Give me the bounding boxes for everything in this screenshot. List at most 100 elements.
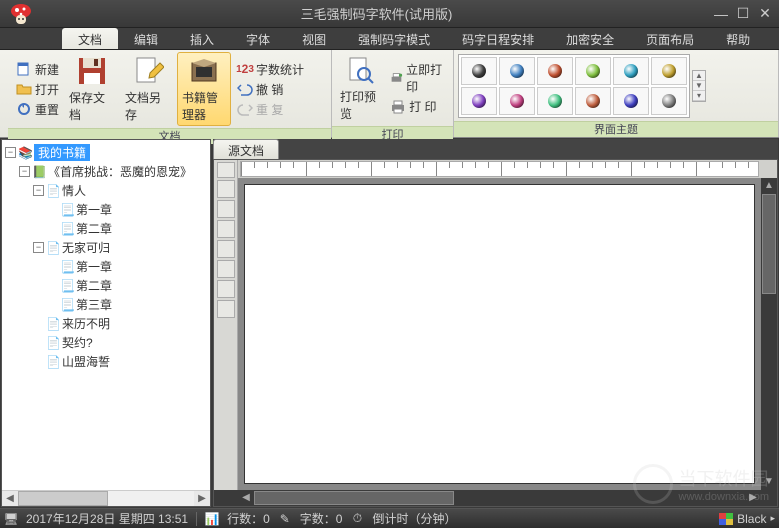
tree-root[interactable]: −📚我的书籍 (5, 143, 207, 162)
statusbar: 🖥 2017年12月28日 星期四 13:51 📊 行数：0 ✎ 字数：0 ⏱ … (0, 508, 779, 528)
status-words: 字数：0 (300, 510, 343, 527)
redo-icon (237, 101, 253, 117)
minimize-button[interactable]: — (711, 6, 731, 22)
open-icon (16, 81, 32, 97)
vtool-3[interactable] (217, 220, 235, 238)
tree-node-oath[interactable]: 📄山盟海誓 (5, 352, 207, 371)
tree-hscrollbar[interactable]: ◀▶ (2, 490, 210, 506)
lines-icon: 📊 (205, 512, 219, 526)
new-button[interactable]: 新建 (12, 60, 63, 79)
theme-swatch-4[interactable] (613, 57, 649, 85)
tree-node-homeless[interactable]: −📄无家可归 (5, 238, 207, 257)
menu-help[interactable]: 帮助 (710, 28, 766, 49)
vtool-7[interactable] (217, 300, 235, 318)
menu-security[interactable]: 加密安全 (550, 28, 630, 49)
ruler-toggle[interactable] (217, 162, 235, 178)
theme-swatch-6[interactable] (461, 87, 497, 115)
horizontal-ruler[interactable] (240, 161, 759, 177)
theme-swatch-2[interactable] (537, 57, 573, 85)
menu-layout[interactable]: 页面布局 (630, 28, 710, 49)
editor-tabs: 源文档 (213, 139, 778, 159)
print-preview-button[interactable]: 打印预览 (336, 52, 384, 124)
words-icon: ✎ (278, 512, 292, 526)
theme-swatch-3[interactable] (575, 57, 611, 85)
tree-book[interactable]: −📗《首席挑战：恶魔的恩宠》 (5, 162, 207, 181)
menu-font[interactable]: 字体 (230, 28, 286, 49)
theme-dropdown-icon[interactable]: ▸ (770, 513, 775, 524)
save-as-button[interactable]: 文档另存 (121, 53, 175, 125)
theme-swatch-1[interactable] (499, 57, 535, 85)
monitor-icon: 🖥 (4, 512, 18, 526)
source-doc-tab[interactable]: 源文档 (213, 139, 279, 159)
tree-node-origin[interactable]: 📄来历不明 (5, 314, 207, 333)
tree-chapter[interactable]: 📃第三章 (5, 295, 207, 314)
close-button[interactable]: ✕ (755, 6, 775, 22)
status-datetime: 2017年12月28日 星期四 13:51 (26, 510, 188, 527)
vtool-4[interactable] (217, 240, 235, 258)
menu-force-mode[interactable]: 强制码字模式 (342, 28, 446, 49)
reset-button[interactable]: 重置 (12, 100, 63, 119)
menu-schedule[interactable]: 码字日程安排 (446, 28, 550, 49)
undo-button[interactable]: 撤 销 (233, 80, 308, 99)
folder-icon: 📄 (46, 355, 60, 369)
open-button[interactable]: 打开 (12, 80, 63, 99)
tree-chapter[interactable]: 📃第一章 (5, 200, 207, 219)
tree-body[interactable]: −📚我的书籍 −📗《首席挑战：恶魔的恩宠》 −📄情人 📃第一章 📃第二章 −📄无… (2, 140, 210, 490)
vtool-1[interactable] (217, 180, 235, 198)
status-lines: 行数：0 (227, 510, 270, 527)
book-manager-button[interactable]: 书籍管理器 (177, 52, 231, 126)
theme-grid (458, 54, 690, 118)
ribbon: 新建 打开 重置 保存文档 文档另存 书籍管理器 123字数统计 撤 销 重 复 (0, 50, 779, 138)
titlebar: 三毛强制码字软件(试用版) — ☐ ✕ (0, 0, 779, 28)
theme-swatch-8[interactable] (537, 87, 573, 115)
tree-node-contract[interactable]: 📄契约? (5, 333, 207, 352)
vtool-5[interactable] (217, 260, 235, 278)
menubar: 文档 编辑 插入 字体 视图 强制码字模式 码字日程安排 加密安全 页面布局 帮… (0, 28, 779, 50)
tree-panel: −📚我的书籍 −📗《首席挑战：恶魔的恩宠》 −📄情人 📃第一章 📃第二章 −📄无… (1, 139, 211, 507)
tree-chapter[interactable]: 📃第二章 (5, 276, 207, 295)
save-doc-button[interactable]: 保存文档 (65, 53, 119, 125)
folder-icon: 📄 (46, 184, 60, 198)
print-button[interactable]: 打 印 (386, 97, 449, 116)
theme-swatch-10[interactable] (613, 87, 649, 115)
editor-vtoolbar (214, 178, 238, 490)
vtool-6[interactable] (217, 280, 235, 298)
tree-chapter[interactable]: 📃第二章 (5, 219, 207, 238)
document-page[interactable] (244, 184, 755, 484)
editor-frame: ▲▼ ◀▶ (213, 159, 778, 507)
theme-scroll[interactable]: ▲▼▾ (692, 70, 706, 102)
theme-indicator-icon (719, 513, 733, 525)
print-now-button[interactable]: 立即打印 (386, 60, 449, 96)
word-count-button[interactable]: 123字数统计 (233, 60, 308, 79)
app-icon (0, 0, 42, 28)
page-area[interactable] (238, 178, 761, 490)
redo-button[interactable]: 重 复 (233, 100, 308, 119)
menu-doc[interactable]: 文档 (62, 28, 118, 49)
menu-view[interactable]: 视图 (286, 28, 342, 49)
ribbon-group-label-theme: 界面主题 (454, 121, 778, 137)
theme-swatch-0[interactable] (461, 57, 497, 85)
doc-icon: 📃 (60, 260, 74, 274)
doc-icon: 📃 (60, 279, 74, 293)
window-title: 三毛强制码字软件(试用版) (42, 4, 711, 23)
theme-swatch-5[interactable] (651, 57, 687, 85)
editor-vscrollbar[interactable]: ▲▼ (761, 178, 777, 490)
theme-swatch-9[interactable] (575, 87, 611, 115)
status-theme[interactable]: Black (737, 512, 766, 526)
books-icon: 📚 (18, 146, 32, 160)
doc-icon: 📃 (60, 298, 74, 312)
book-mgr-icon (188, 55, 220, 87)
count-icon: 123 (237, 61, 253, 77)
theme-swatch-11[interactable] (651, 87, 687, 115)
maximize-button[interactable]: ☐ (733, 6, 753, 22)
menu-insert[interactable]: 插入 (174, 28, 230, 49)
save-icon (76, 55, 108, 87)
menu-edit[interactable]: 编辑 (118, 28, 174, 49)
vtool-2[interactable] (217, 200, 235, 218)
print-icon (390, 99, 406, 115)
tree-node-lovers[interactable]: −📄情人 (5, 181, 207, 200)
editor-hscrollbar[interactable]: ◀▶ (214, 490, 777, 506)
book-icon: 📗 (32, 165, 46, 179)
theme-swatch-7[interactable] (499, 87, 535, 115)
tree-chapter[interactable]: 📃第一章 (5, 257, 207, 276)
